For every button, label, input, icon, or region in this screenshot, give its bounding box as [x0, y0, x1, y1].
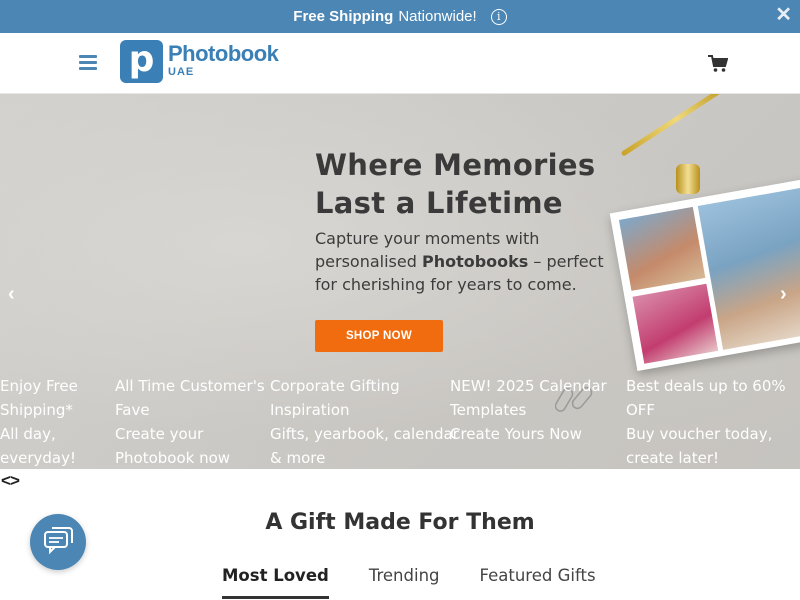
hero-headline: Where Memories Last a Lifetime — [315, 146, 615, 222]
chat-button[interactable] — [30, 514, 86, 570]
close-icon[interactable]: ✕ — [775, 5, 792, 25]
banner-text: Nationwide! — [398, 8, 477, 25]
pen-decoration — [620, 94, 733, 157]
promo-item[interactable]: Enjoy Free Shipping* All day, everyday! — [0, 374, 78, 469]
promo-item[interactable]: NEW! 2025 Calendar Templates Create Yours … — [450, 374, 607, 446]
carousel-next-icon[interactable]: › — [780, 284, 787, 304]
promo-item[interactable]: All Time Customer's Fave Create your Photo… — [115, 374, 265, 469]
photobook-image — [609, 176, 800, 372]
carousel-prev-icon[interactable]: ‹ — [8, 284, 15, 304]
gift-tabs: Most Loved Trending Featured Gifts — [222, 565, 636, 599]
shop-now-button[interactable]: SHOP NOW — [315, 320, 443, 352]
info-icon[interactable]: i — [490, 8, 507, 25]
logo[interactable]: p Photobook UAE — [120, 40, 279, 83]
banner-bold-text: Free Shipping — [293, 8, 394, 25]
tab-featured-gifts[interactable]: Featured Gifts — [480, 565, 596, 599]
ring-decoration — [676, 164, 700, 194]
promo-nav: <> — [1, 471, 20, 491]
hero-carousel: Where Memories Last a Lifetime Capture y… — [0, 94, 800, 469]
promo-item[interactable]: Corporate Gifting Inspiration Gifts, yearb… — [270, 374, 459, 469]
logo-region: UAE — [168, 66, 195, 78]
tab-most-loved[interactable]: Most Loved — [222, 565, 329, 599]
hero-headline-line1: Where Memories — [315, 148, 596, 182]
promo-strip: Enjoy Free Shipping* All day, everyday! All… — [0, 374, 800, 469]
promo-item[interactable]: Best deals up to 60% OFF Buy voucher toda… — [626, 374, 786, 469]
site-header: p Photobook UAE — [0, 33, 800, 94]
promo-prev-icon[interactable]: < — [1, 471, 11, 490]
announcement-banner: Free Shipping Nationwide! i ✕ — [0, 0, 800, 33]
promo-next-icon[interactable]: > — [10, 471, 20, 490]
logo-name: Photobook — [168, 41, 279, 66]
cart-icon[interactable] — [708, 55, 728, 73]
tab-trending[interactable]: Trending — [369, 565, 440, 599]
logo-mark: p — [120, 40, 163, 83]
section-title: A Gift Made For Them — [265, 510, 535, 535]
chat-icon — [44, 527, 73, 555]
hero-description: Capture your moments with personalised P… — [315, 229, 604, 294]
menu-icon[interactable] — [79, 55, 97, 70]
hero-headline-line2: Last a Lifetime — [315, 186, 563, 220]
